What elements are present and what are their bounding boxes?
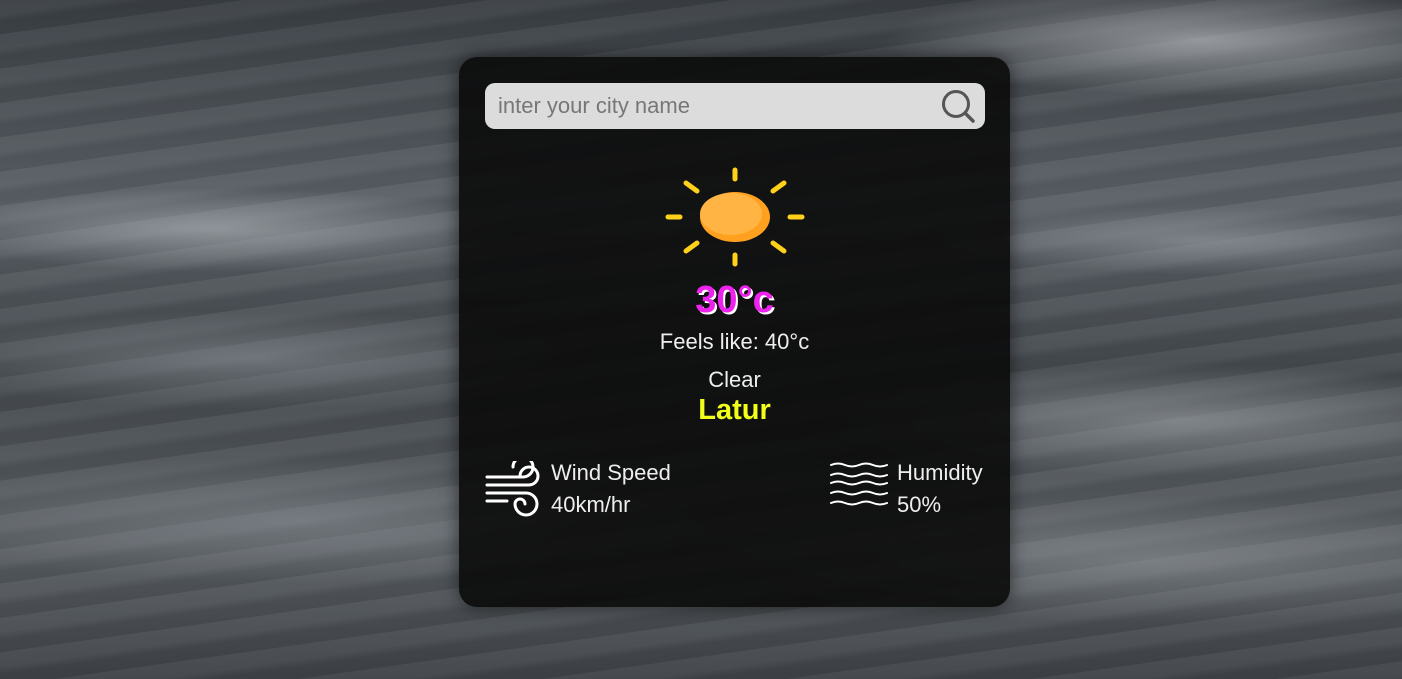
weather-card: 30°c Feels like: 40°c Clear Latur Wind S…	[459, 57, 1010, 607]
search-icon	[942, 90, 975, 123]
page-background: { "search": { "placeholder": "inter your…	[0, 0, 1402, 679]
weather-condition: Clear	[708, 367, 761, 392]
search-bar	[485, 83, 985, 129]
city-name: Latur	[698, 394, 771, 426]
feels-like-text: Feels like: 40°c	[659, 329, 810, 354]
humidity-panel: Humidity 50%	[830, 457, 1000, 517]
wind-speed-value: 40km/hr	[551, 492, 631, 517]
temperature-value: 30°c	[695, 279, 774, 321]
humidity-value: 50%	[897, 492, 942, 517]
wind-speed-panel: Wind Speed 40km/hr	[485, 457, 725, 517]
sun-icon	[665, 167, 805, 267]
city-search-input[interactable]	[485, 83, 938, 129]
humidity-label: Humidity	[897, 460, 983, 485]
humidity-waves-icon	[830, 462, 888, 506]
wind-speed-label: Wind Speed	[551, 460, 671, 485]
search-button[interactable]	[939, 87, 977, 125]
wind-icon	[485, 461, 540, 517]
